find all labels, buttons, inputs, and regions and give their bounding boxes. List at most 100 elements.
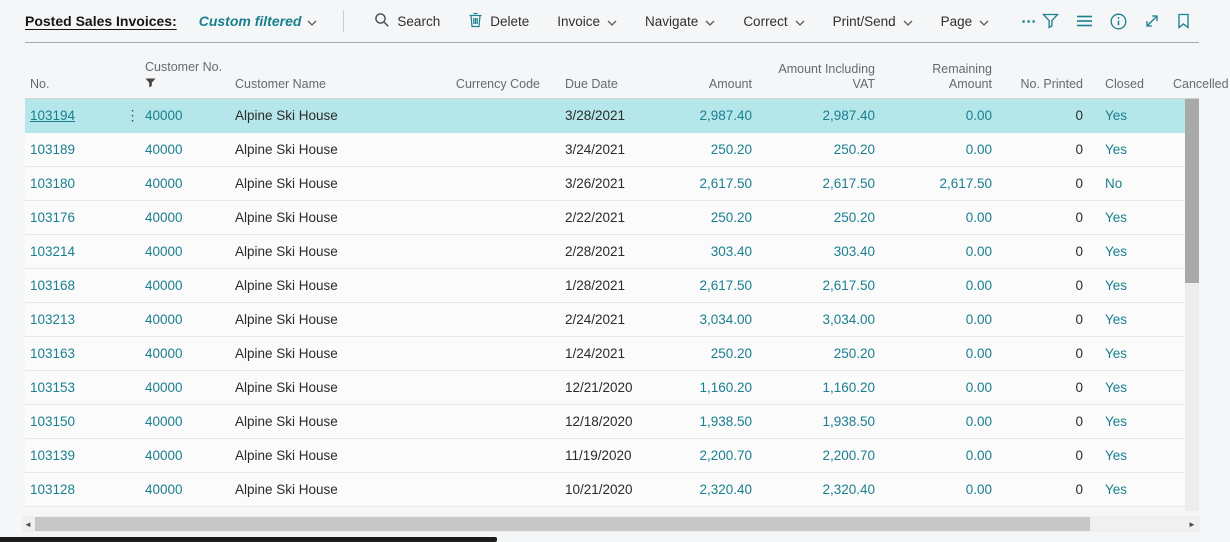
bookmark-icon[interactable] xyxy=(1177,13,1190,29)
column-header-remaining-amount[interactable]: Remaining Amount xyxy=(875,62,992,93)
amount-link[interactable]: 1,160.20 xyxy=(699,380,752,395)
view-filter-dropdown[interactable]: Custom filtered xyxy=(199,13,318,29)
column-header-closed[interactable]: Closed xyxy=(1083,77,1144,93)
invoice-no-link[interactable]: 103128 xyxy=(30,482,75,497)
amount-including-vat-link[interactable]: 250.20 xyxy=(834,210,875,225)
invoice-no-link[interactable]: 103139 xyxy=(30,448,75,463)
column-header-no[interactable]: No. xyxy=(25,77,120,93)
invoice-no-link[interactable]: 103163 xyxy=(30,346,75,361)
column-header-amount[interactable]: Amount xyxy=(660,77,752,93)
correct-menu-button[interactable]: Correct xyxy=(743,14,805,29)
remaining-amount-link[interactable]: 0.00 xyxy=(966,380,992,395)
horizontal-scrollbar[interactable]: ◄ ► xyxy=(22,516,1200,532)
column-header-cancelled[interactable]: Cancelled xyxy=(1143,77,1229,93)
vertical-scrollbar-thumb[interactable] xyxy=(1185,99,1199,283)
table-row[interactable]: 103168 40000 Alpine Ski House 1/28/2021 … xyxy=(25,269,1199,303)
amount-link[interactable]: 2,987.40 xyxy=(699,108,752,123)
amount-link[interactable]: 2,617.50 xyxy=(699,176,752,191)
column-header-no-printed[interactable]: No. Printed xyxy=(992,77,1083,93)
customer-no-link[interactable]: 40000 xyxy=(145,210,183,225)
customer-no-link[interactable]: 40000 xyxy=(145,414,183,429)
amount-link[interactable]: 2,200.70 xyxy=(699,448,752,463)
amount-including-vat-link[interactable]: 2,200.70 xyxy=(822,448,875,463)
navigate-menu-button[interactable]: Navigate xyxy=(645,14,715,29)
amount-including-vat-link[interactable]: 2,617.50 xyxy=(822,278,875,293)
remaining-amount-link[interactable]: 0.00 xyxy=(966,244,992,259)
filter-icon[interactable] xyxy=(1042,13,1059,29)
table-row[interactable]: 103139 40000 Alpine Ski House 11/19/2020… xyxy=(25,439,1199,473)
info-icon[interactable] xyxy=(1110,13,1127,30)
table-row[interactable]: 103128 40000 Alpine Ski House 10/21/2020… xyxy=(25,473,1199,507)
show-list-icon[interactable] xyxy=(1076,14,1093,28)
amount-link[interactable]: 250.20 xyxy=(711,210,752,225)
invoice-no-link[interactable]: 103189 xyxy=(30,142,75,157)
column-header-customer-name[interactable]: Customer Name xyxy=(235,77,430,93)
scroll-left-arrow-icon[interactable]: ◄ xyxy=(22,516,34,532)
table-row[interactable]: 103214 40000 Alpine Ski House 2/28/2021 … xyxy=(25,235,1199,269)
amount-link[interactable]: 250.20 xyxy=(711,142,752,157)
customer-no-link[interactable]: 40000 xyxy=(145,278,183,293)
invoice-no-link[interactable]: 103168 xyxy=(30,278,75,293)
customer-no-link[interactable]: 40000 xyxy=(145,176,183,191)
vertical-scrollbar[interactable] xyxy=(1185,99,1199,511)
column-header-due-date[interactable]: Due Date xyxy=(540,77,660,93)
search-button[interactable]: Search xyxy=(374,12,440,31)
invoice-no-link[interactable]: 103153 xyxy=(30,380,75,395)
customer-no-link[interactable]: 40000 xyxy=(145,482,183,497)
table-row[interactable]: 103163 40000 Alpine Ski House 1/24/2021 … xyxy=(25,337,1199,371)
more-options-button[interactable]: ⋯ xyxy=(1021,12,1037,30)
customer-no-link[interactable]: 40000 xyxy=(145,448,183,463)
scroll-right-arrow-icon[interactable]: ► xyxy=(1186,516,1198,532)
table-row[interactable]: 103153 40000 Alpine Ski House 12/21/2020… xyxy=(25,371,1199,405)
amount-including-vat-link[interactable]: 2,617.50 xyxy=(822,176,875,191)
remaining-amount-link[interactable]: 0.00 xyxy=(966,278,992,293)
remaining-amount-link[interactable]: 0.00 xyxy=(966,448,992,463)
page-title[interactable]: Posted Sales Invoices: xyxy=(25,13,177,29)
column-header-amount-including-vat[interactable]: Amount Including VAT xyxy=(752,62,875,93)
print-send-menu-button[interactable]: Print/Send xyxy=(833,14,913,29)
invoice-no-link[interactable]: 103180 xyxy=(30,176,75,191)
customer-no-link[interactable]: 40000 xyxy=(145,380,183,395)
table-row[interactable]: 103213 40000 Alpine Ski House 2/24/2021 … xyxy=(25,303,1199,337)
invoice-no-link[interactable]: 103150 xyxy=(30,414,75,429)
amount-including-vat-link[interactable]: 1,160.20 xyxy=(822,380,875,395)
customer-no-link[interactable]: 40000 xyxy=(145,108,183,123)
amount-link[interactable]: 2,617.50 xyxy=(699,278,752,293)
remaining-amount-link[interactable]: 0.00 xyxy=(966,142,992,157)
remaining-amount-link[interactable]: 0.00 xyxy=(966,414,992,429)
amount-including-vat-link[interactable]: 250.20 xyxy=(834,142,875,157)
amount-including-vat-link[interactable]: 2,987.40 xyxy=(822,108,875,123)
customer-no-link[interactable]: 40000 xyxy=(145,142,183,157)
remaining-amount-link[interactable]: 0.00 xyxy=(966,482,992,497)
table-row[interactable]: 103189 40000 Alpine Ski House 3/24/2021 … xyxy=(25,133,1199,167)
remaining-amount-link[interactable]: 0.00 xyxy=(966,346,992,361)
amount-including-vat-link[interactable]: 250.20 xyxy=(834,346,875,361)
invoice-no-link[interactable]: 103214 xyxy=(30,244,75,259)
customer-no-link[interactable]: 40000 xyxy=(145,244,183,259)
remaining-amount-link[interactable]: 2,617.50 xyxy=(939,176,992,191)
horizontal-scrollbar-thumb[interactable] xyxy=(35,517,1090,531)
amount-link[interactable]: 3,034.00 xyxy=(699,312,752,327)
amount-link[interactable]: 303.40 xyxy=(711,244,752,259)
table-row[interactable]: 103194 ⋮ 40000 Alpine Ski House 3/28/202… xyxy=(25,99,1199,133)
amount-including-vat-link[interactable]: 2,320.40 xyxy=(822,482,875,497)
amount-link[interactable]: 2,320.40 xyxy=(699,482,752,497)
amount-including-vat-link[interactable]: 1,938.50 xyxy=(822,414,875,429)
amount-link[interactable]: 1,938.50 xyxy=(699,414,752,429)
customer-no-link[interactable]: 40000 xyxy=(145,312,183,327)
invoice-no-link[interactable]: 103176 xyxy=(30,210,75,225)
table-row[interactable]: 103176 40000 Alpine Ski House 2/22/2021 … xyxy=(25,201,1199,235)
delete-button[interactable]: Delete xyxy=(468,12,529,31)
remaining-amount-link[interactable]: 0.00 xyxy=(966,312,992,327)
invoice-no-link[interactable]: 103194 xyxy=(30,108,75,123)
page-menu-button[interactable]: Page xyxy=(941,14,990,29)
expand-icon[interactable] xyxy=(1144,13,1160,29)
amount-link[interactable]: 250.20 xyxy=(711,346,752,361)
invoice-no-link[interactable]: 103213 xyxy=(30,312,75,327)
table-row[interactable]: 103180 40000 Alpine Ski House 3/26/2021 … xyxy=(25,167,1199,201)
column-header-currency-code[interactable]: Currency Code xyxy=(430,77,540,93)
column-header-customer-no[interactable]: Customer No. xyxy=(145,60,235,93)
amount-including-vat-link[interactable]: 3,034.00 xyxy=(822,312,875,327)
invoice-menu-button[interactable]: Invoice xyxy=(557,14,617,29)
table-row[interactable]: 103150 40000 Alpine Ski House 12/18/2020… xyxy=(25,405,1199,439)
